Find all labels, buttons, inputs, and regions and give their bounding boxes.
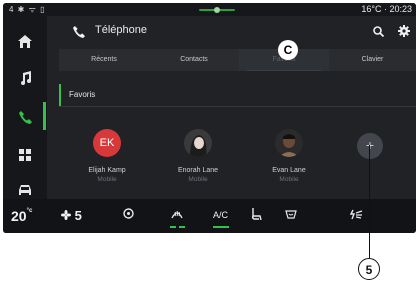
climate-bar: 20°c 5 A/C (3, 199, 416, 233)
infotainment-screen: 4 ✱ ᯤ ▯ 16°C · 20:23 Téléphone Récents C… (3, 3, 416, 233)
defrost-level-1 (170, 226, 176, 228)
avatar (275, 129, 303, 157)
ac-button[interactable]: A/C (213, 210, 228, 220)
status-bar: 4 ✱ ᯤ ▯ 16°C · 20:23 (3, 3, 416, 16)
contact-name: Elijah Kamp (88, 167, 126, 174)
phone-nav-icon[interactable] (16, 108, 34, 126)
favorite-contact[interactable]: Evan Lane Mobile (257, 129, 321, 183)
callout-c: C (278, 40, 298, 60)
active-indicator (43, 102, 46, 130)
section-title: Favoris (69, 90, 96, 99)
contact-type: Mobile (188, 176, 208, 183)
driver-temp-unit: °c (26, 208, 33, 214)
gear-icon[interactable] (398, 24, 410, 42)
app-header: Téléphone (47, 16, 416, 46)
side-navigation (3, 16, 47, 199)
phone-icon (73, 25, 85, 43)
callout-leader-line (369, 145, 370, 258)
section-accent (59, 84, 61, 106)
clock: 20:23 (389, 4, 412, 14)
status-right: 16°C · 20:23 (361, 4, 412, 14)
home-icon[interactable] (16, 32, 34, 50)
favorite-contact[interactable]: EK Elijah Kamp Mobile (75, 129, 139, 183)
favorites-section-header: Favoris (59, 82, 416, 107)
fan-level: 5 (74, 208, 82, 223)
driver-temp-value: 20 (11, 208, 27, 224)
music-icon[interactable] (16, 69, 34, 87)
fan-icon (61, 210, 71, 220)
contact-name: Evan Lane (272, 167, 306, 174)
contact-type: Mobile (97, 176, 117, 183)
phone-app: Téléphone Récents Contacts Favoris Clavi… (47, 16, 416, 199)
callout-5: 5 (358, 258, 380, 280)
contact-type: Mobile (279, 176, 299, 183)
rear-defrost-icon[interactable] (285, 208, 297, 222)
status-indicator (199, 7, 235, 13)
page-title: Téléphone (95, 24, 147, 36)
apps-grid-icon[interactable] (16, 146, 34, 164)
tab-contacts[interactable]: Contacts (149, 49, 239, 71)
favorite-contact[interactable]: Enorah Lane Mobile (166, 129, 230, 183)
driver-temperature[interactable]: 20°c (11, 208, 32, 224)
car-icon[interactable] (16, 181, 34, 199)
seat-heating-icon[interactable] (251, 208, 262, 223)
contact-name: Enorah Lane (177, 167, 219, 174)
temperature-readout: 16°C (361, 4, 382, 14)
defrost-level-2 (179, 226, 185, 228)
avatar (184, 129, 212, 157)
add-favorite-button[interactable]: + (357, 133, 383, 159)
status-separator: · (383, 4, 387, 14)
tab-keypad[interactable]: Clavier (329, 49, 416, 71)
status-icons: 4 ✱ ᯤ ▯ (9, 5, 46, 14)
windshield-defrost-icon[interactable] (171, 208, 183, 223)
avatar: EK (93, 129, 121, 157)
tab-bar: Récents Contacts Favoris Clavier (59, 49, 416, 71)
search-icon[interactable] (373, 24, 385, 42)
tab-recents[interactable]: Récents (59, 49, 149, 71)
airflow-icon[interactable] (349, 208, 363, 223)
recirculation-icon[interactable] (123, 208, 134, 222)
fan-speed[interactable]: 5 (61, 208, 82, 223)
ac-active-indicator (213, 226, 229, 228)
